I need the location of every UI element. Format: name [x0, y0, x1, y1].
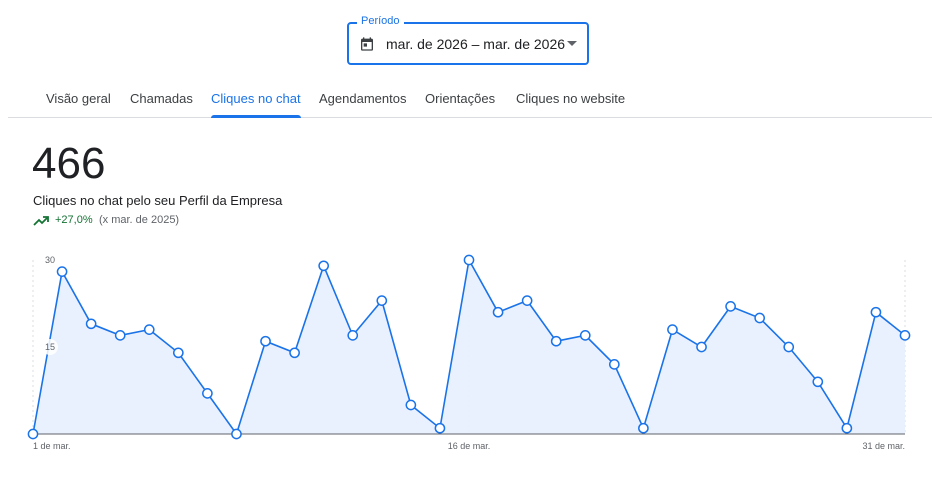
data-point-30 [870, 306, 882, 318]
data-point-28 [812, 376, 824, 388]
data-point-18 [521, 295, 533, 306]
x-tick-label-0: 1 de mar. [33, 441, 71, 451]
data-point-21 [608, 359, 620, 370]
data-point-1 [27, 428, 39, 440]
data-point-22 [638, 422, 649, 434]
data-point-3 [85, 318, 97, 330]
x-tick-label-1: 16 de mar. [448, 441, 491, 451]
data-point-5 [143, 324, 155, 335]
data-point-6 [172, 347, 184, 359]
data-point-25 [725, 301, 736, 312]
area-fill [33, 260, 905, 434]
data-point-2 [56, 266, 68, 277]
data-point-10 [289, 347, 300, 359]
data-point-27 [783, 341, 795, 353]
data-point-29 [841, 422, 853, 434]
y-tick-label-15: 15 [45, 342, 55, 352]
data-point-16 [463, 254, 475, 266]
data-point-26 [754, 312, 766, 324]
data-point-13 [376, 295, 388, 306]
data-point-20 [579, 330, 591, 341]
data-point-23 [667, 324, 678, 335]
data-point-19 [550, 335, 562, 347]
data-point-31 [899, 330, 911, 341]
chat-clicks-chart: 15 30 1 de mar. 16 de mar. 31 de mar. [27, 252, 911, 451]
data-point-17 [492, 306, 504, 318]
data-point-24 [696, 341, 707, 353]
data-point-9 [260, 335, 271, 347]
data-point-12 [347, 330, 359, 341]
data-point-14 [405, 399, 417, 411]
x-tick-label-2: 31 de mar. [862, 441, 905, 451]
data-point-4 [114, 330, 126, 341]
y-tick-label-30: 30 [45, 255, 55, 265]
data-point-11 [318, 260, 330, 272]
data-point-15 [434, 422, 446, 434]
data-point-7 [202, 388, 213, 399]
data-point-8 [231, 428, 242, 440]
